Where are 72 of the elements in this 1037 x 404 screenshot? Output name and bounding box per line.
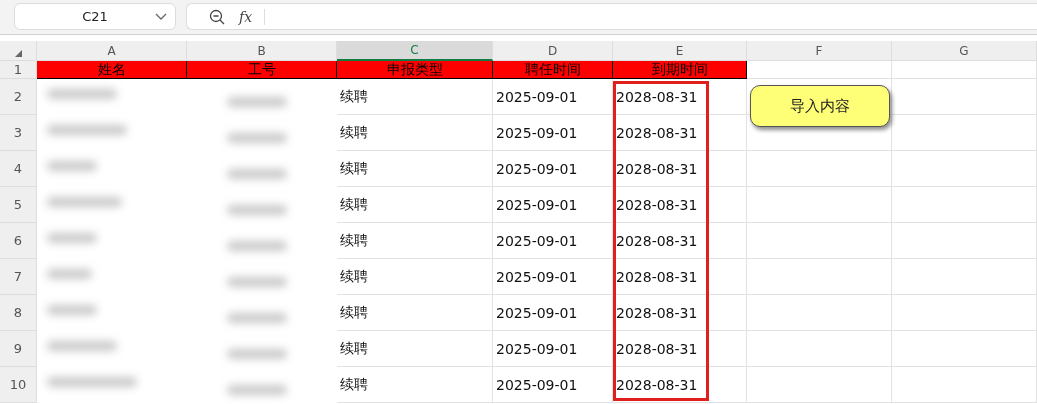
blurred-text — [47, 89, 117, 99]
table-cell: 2028-08-31 — [613, 331, 747, 367]
row-header[interactable]: 5 — [0, 187, 37, 223]
blurred-text — [47, 233, 97, 243]
table-cell: 2025-09-01 — [493, 331, 613, 367]
blurred-text — [227, 349, 287, 359]
row-header[interactable]: 10 — [0, 367, 37, 403]
table-cell: 2028-08-31 — [613, 115, 747, 151]
table-cell: 2025-09-01 — [493, 115, 613, 151]
table-cell: 2028-08-31 — [613, 151, 747, 187]
table-cell: 2025-09-01 — [493, 151, 613, 187]
blurred-text — [47, 161, 97, 171]
zoom-out-icon[interactable] — [209, 8, 225, 25]
row-header[interactable]: 7 — [0, 259, 37, 295]
formula-field[interactable]: fx — [186, 3, 1037, 30]
blurred-text — [227, 277, 287, 287]
table-cell: 续聘 — [337, 115, 493, 151]
table-cell: 2025-09-01 — [493, 367, 613, 403]
blurred-text — [47, 269, 92, 279]
blurred-text — [47, 305, 97, 315]
column-header[interactable]: F — [747, 41, 892, 61]
header-cell: 到期时间 — [613, 61, 747, 79]
table-cell: 续聘 — [337, 295, 493, 331]
import-button[interactable]: 导入内容 — [750, 85, 890, 127]
table-cell: 续聘 — [337, 367, 493, 403]
blurred-text — [227, 97, 287, 107]
triangle-icon — [14, 50, 22, 57]
table-cell: 2028-08-31 — [613, 295, 747, 331]
table-cell: 续聘 — [337, 331, 493, 367]
table-cell: 2025-09-01 — [493, 295, 613, 331]
column-header[interactable]: C — [337, 41, 493, 61]
row-header[interactable]: 1 — [0, 61, 37, 79]
column-header[interactable]: G — [892, 41, 1037, 61]
header-cell: 聘任时间 — [493, 61, 613, 79]
header-cell: 申报类型 — [337, 61, 493, 79]
row-header[interactable]: 6 — [0, 223, 37, 259]
blurred-text — [227, 313, 287, 323]
column-header[interactable]: E — [613, 41, 747, 61]
table-cell: 续聘 — [337, 151, 493, 187]
table-cell: 续聘 — [337, 259, 493, 295]
header-cell: 工号 — [187, 61, 337, 79]
function-label[interactable]: fx — [239, 8, 266, 25]
table-cell: 2028-08-31 — [613, 79, 747, 115]
column-header[interactable]: B — [187, 41, 337, 61]
column-header[interactable]: D — [493, 41, 613, 61]
blurred-text — [227, 205, 287, 215]
table-cell: 2025-09-01 — [493, 223, 613, 259]
select-all-corner[interactable] — [0, 41, 37, 61]
row-header[interactable]: 3 — [0, 115, 37, 151]
table-cell: 2028-08-31 — [613, 187, 747, 223]
table-cell: 2025-09-01 — [493, 79, 613, 115]
table-cell: 2025-09-01 — [493, 187, 613, 223]
table-cell: 2025-09-01 — [493, 259, 613, 295]
table-cell: 续聘 — [337, 79, 493, 115]
row-header[interactable]: 9 — [0, 331, 37, 367]
header-cell: 姓名 — [37, 61, 187, 79]
row-header[interactable]: 8 — [0, 295, 37, 331]
column-header[interactable]: A — [37, 41, 187, 61]
chevron-down-icon[interactable] — [155, 13, 167, 21]
blurred-text — [227, 169, 287, 179]
table-cell: 2028-08-31 — [613, 259, 747, 295]
table-cell: 2028-08-31 — [613, 367, 747, 403]
row-header[interactable]: 4 — [0, 151, 37, 187]
table-cell: 续聘 — [337, 187, 493, 223]
table-cell: 续聘 — [337, 223, 493, 259]
row-header[interactable]: 2 — [0, 79, 37, 115]
blurred-text — [227, 241, 287, 251]
blurred-text — [227, 133, 287, 143]
blurred-text — [227, 385, 287, 395]
blurred-text — [47, 341, 117, 351]
name-box[interactable]: C21 — [14, 3, 176, 30]
table-cell: 2028-08-31 — [613, 223, 747, 259]
